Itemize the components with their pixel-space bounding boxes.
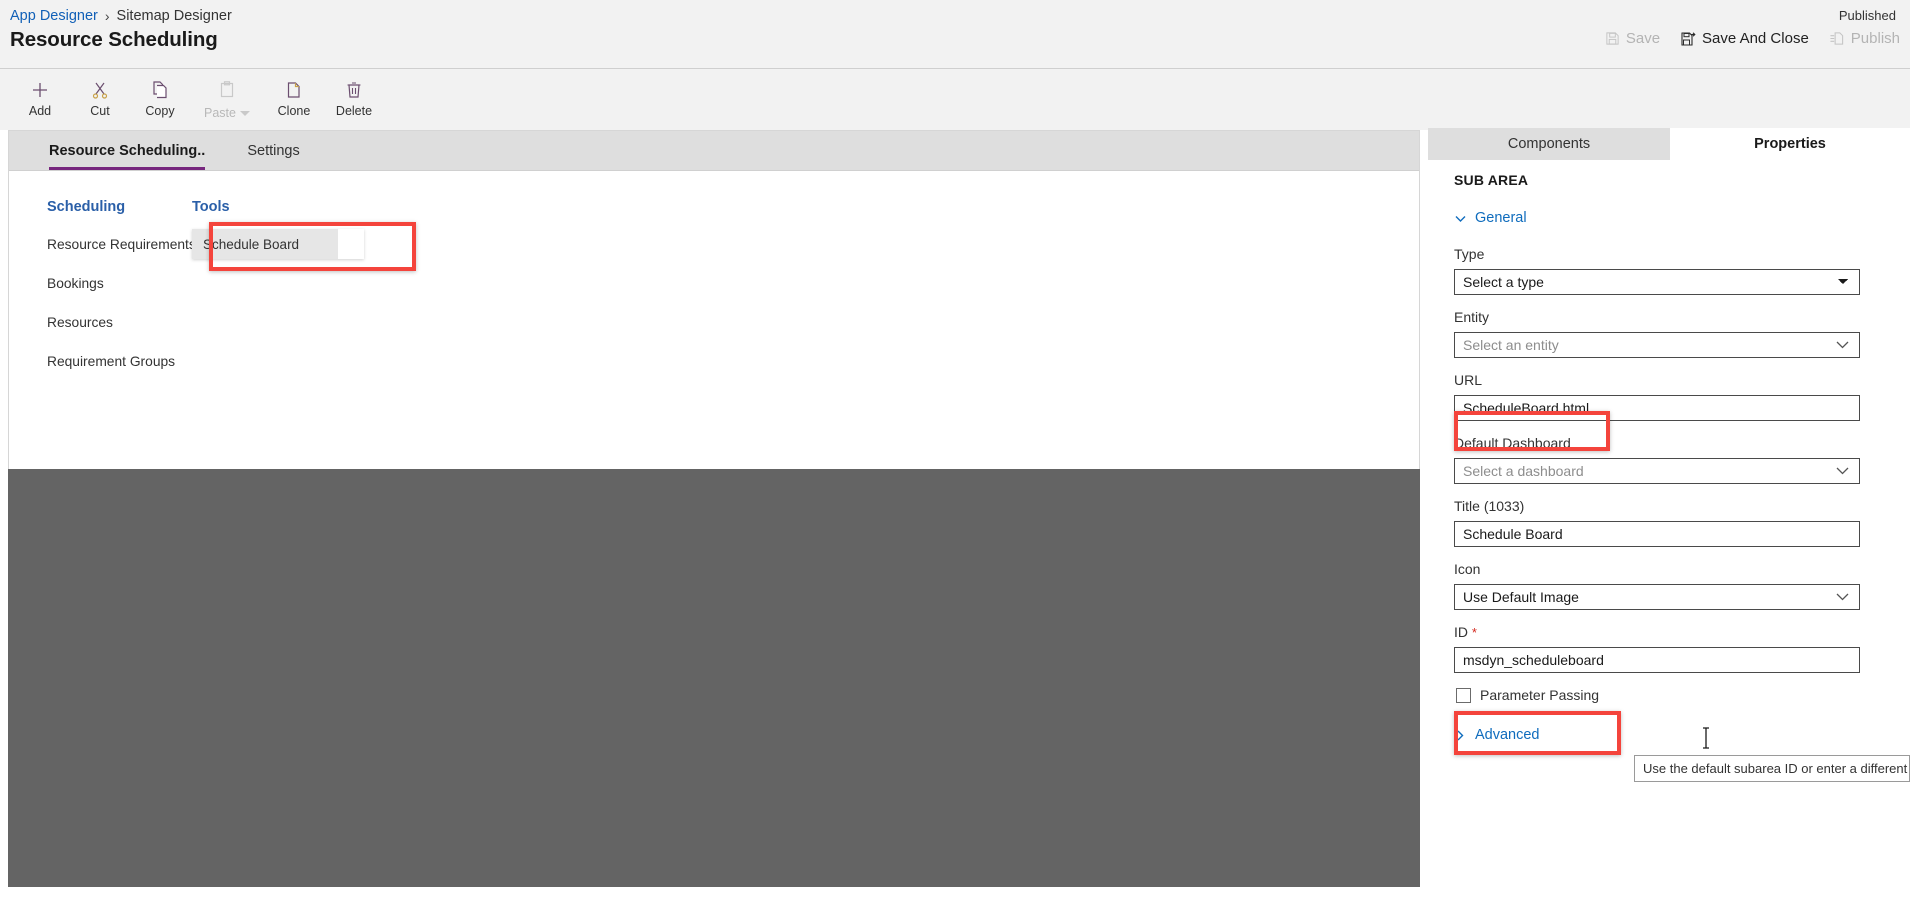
group-scheduling: Scheduling Resource Requirements Booking…: [47, 199, 197, 393]
command-toolbar: Add Cut Copy Paste Clone Delete: [0, 68, 1910, 130]
subarea-resource-requirements[interactable]: Resource Requirements: [47, 237, 197, 252]
id-input[interactable]: [1454, 647, 1860, 673]
canvas-body: Scheduling Resource Requirements Booking…: [9, 171, 1419, 469]
advanced-section-label: Advanced: [1475, 727, 1540, 743]
toolbar-add-button[interactable]: Add: [10, 74, 70, 126]
field-icon: Icon: [1454, 561, 1892, 610]
field-type-label: Type: [1454, 246, 1485, 262]
default-dashboard-combobox-input[interactable]: [1454, 458, 1860, 484]
group-tools-title[interactable]: Tools: [192, 199, 392, 215]
type-select[interactable]: Select a type: [1454, 269, 1860, 295]
published-status-label: Published: [1838, 8, 1896, 23]
parameter-passing-label: Parameter Passing: [1480, 687, 1600, 703]
field-default-dashboard-label: Default Dashboard: [1454, 435, 1571, 451]
chevron-down-icon[interactable]: [239, 104, 250, 122]
subarea-section-label: SUB AREA: [1454, 172, 1529, 188]
copy-icon: [150, 79, 170, 101]
field-title: Title (1033): [1454, 498, 1892, 547]
breadcrumb: App Designer › Sitemap Designer: [10, 8, 232, 24]
tab-properties[interactable]: Properties: [1670, 128, 1910, 160]
canvas-overlay: [8, 469, 1420, 887]
subarea-schedule-board[interactable]: Schedule Board: [192, 229, 338, 259]
toolbar-delete-label: Delete: [335, 104, 373, 118]
clipboard-icon: [217, 79, 237, 101]
save-and-close-icon: [1680, 31, 1696, 47]
save-and-close-button-label: Save And Close: [1702, 30, 1809, 47]
trash-icon: [344, 79, 364, 101]
url-input[interactable]: [1454, 395, 1860, 421]
breadcrumb-item-sitemap-designer[interactable]: Sitemap Designer: [117, 8, 232, 24]
tab-components[interactable]: Components: [1428, 128, 1670, 160]
entity-combobox-input[interactable]: [1454, 332, 1860, 358]
field-id: ID *: [1454, 624, 1892, 673]
toolbar-copy-button[interactable]: Copy: [130, 74, 190, 126]
publish-button-label: Publish: [1850, 30, 1900, 47]
general-section-toggle[interactable]: General: [1454, 210, 1892, 226]
field-entity-label: Entity: [1454, 309, 1490, 325]
header-actions: Save Save And Close Publish: [1605, 30, 1900, 47]
publish-icon: [1829, 31, 1845, 46]
text-cursor-icon: [1700, 727, 1712, 754]
tab-resource-scheduling[interactable]: Resource Scheduling..: [35, 131, 219, 170]
canvas-tab-bar: Resource Scheduling.. Settings: [9, 131, 1419, 171]
properties-panel: Components Properties SUB AREA General T…: [1428, 128, 1910, 898]
subarea-bookings[interactable]: Bookings: [47, 276, 197, 291]
publish-button[interactable]: Publish: [1829, 30, 1900, 47]
toolbar-add-label: Add: [28, 104, 52, 118]
field-id-label: ID *: [1454, 624, 1892, 640]
sitemap-canvas: Resource Scheduling.. Settings Schedulin…: [8, 130, 1420, 470]
plus-icon: [30, 79, 50, 101]
scissors-icon: [90, 79, 110, 101]
save-button-label: Save: [1625, 30, 1661, 47]
toolbar-cut-label: Cut: [90, 104, 110, 118]
title-input[interactable]: [1454, 521, 1860, 547]
parameter-passing-checkbox[interactable]: [1456, 687, 1471, 703]
breadcrumb-separator-icon: ›: [104, 8, 110, 24]
field-parameter-passing[interactable]: Parameter Passing: [1456, 687, 1892, 703]
toolbar-delete-button[interactable]: Delete: [324, 74, 384, 126]
chevron-down-icon[interactable]: [1835, 464, 1850, 482]
general-section-label: General: [1475, 210, 1527, 226]
properties-body: SUB AREA General Type Select a type Enti…: [1428, 160, 1910, 743]
required-marker-icon: *: [1471, 625, 1477, 640]
toolbar-paste-button[interactable]: Paste: [190, 74, 264, 126]
toolbar-clone-label: Clone: [277, 104, 311, 118]
tab-resource-scheduling-label: Resource Scheduling..: [49, 142, 206, 159]
clone-icon: [284, 79, 304, 101]
group-scheduling-title[interactable]: Scheduling: [47, 199, 197, 215]
chevron-down-icon[interactable]: [1835, 338, 1850, 356]
toolbar-clone-button[interactable]: Clone: [264, 74, 324, 126]
field-id-label-text: ID: [1454, 624, 1468, 640]
app-header: App Designer › Sitemap Designer Resource…: [0, 0, 1910, 68]
tab-properties-label: Properties: [1754, 136, 1826, 152]
field-url: URL: [1454, 372, 1892, 421]
id-field-tooltip: Use the default subarea ID or enter a di…: [1634, 755, 1910, 782]
advanced-section-toggle[interactable]: Advanced: [1454, 727, 1892, 743]
save-icon: [1605, 31, 1620, 46]
page-title: Resource Scheduling: [10, 28, 218, 51]
toolbar-copy-label: Copy: [145, 104, 175, 118]
tab-settings[interactable]: Settings: [233, 131, 313, 170]
toolbar-paste-label: Paste: [204, 106, 236, 120]
chevron-down-icon: [1454, 212, 1466, 224]
chevron-right-icon: [1454, 729, 1466, 741]
field-icon-label: Icon: [1454, 561, 1481, 577]
breadcrumb-item-app-designer[interactable]: App Designer: [10, 8, 98, 24]
field-default-dashboard: Default Dashboard: [1454, 435, 1892, 484]
toolbar-cut-button[interactable]: Cut: [70, 74, 130, 126]
tab-settings-label: Settings: [247, 142, 300, 159]
subarea-requirement-groups[interactable]: Requirement Groups: [47, 354, 197, 369]
save-and-close-button[interactable]: Save And Close: [1680, 30, 1809, 47]
chevron-down-icon[interactable]: [1835, 590, 1850, 608]
properties-tab-bar: Components Properties: [1428, 128, 1910, 160]
field-entity: Entity: [1454, 309, 1892, 358]
subarea-resources[interactable]: Resources: [47, 315, 197, 330]
field-title-label: Title (1033): [1454, 498, 1525, 514]
icon-combobox-input[interactable]: [1454, 584, 1860, 610]
tab-components-label: Components: [1507, 136, 1591, 152]
field-url-label: URL: [1454, 372, 1483, 388]
save-button[interactable]: Save: [1605, 30, 1660, 47]
field-type: Type Select a type: [1454, 246, 1892, 295]
